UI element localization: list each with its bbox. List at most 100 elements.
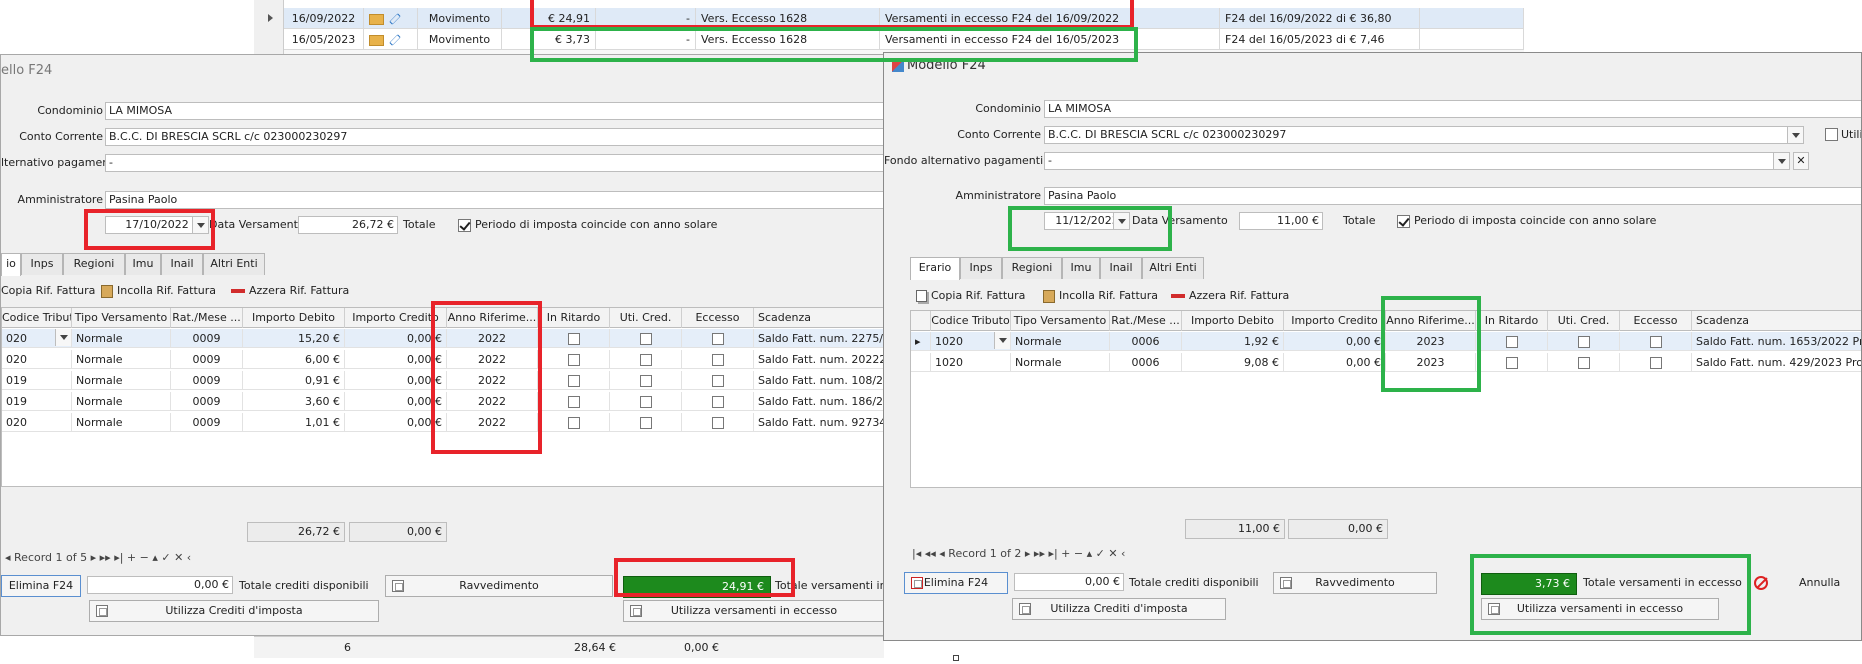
resize-grip-icon[interactable] <box>953 655 959 661</box>
cell-ritardo[interactable] <box>538 413 610 432</box>
cell-ritardo[interactable] <box>1476 353 1548 372</box>
header-rat[interactable]: Rat./Mese ... <box>1110 311 1182 331</box>
ravvedimento-button[interactable]: Ravvedimento <box>385 575 613 597</box>
tab-imu[interactable]: Imu <box>1062 257 1100 279</box>
azzera-button[interactable]: Azzera Rif. Fattura <box>1171 289 1289 302</box>
conto-field[interactable]: B.C.C. DI BRESCIA SCRL c/c 023000230297 <box>1044 126 1804 144</box>
tab-erario[interactable]: Erario <box>910 257 960 280</box>
cell-ritardo[interactable] <box>538 392 610 411</box>
amministratore-field[interactable]: Pasina Paolo <box>105 191 883 209</box>
cell-eccesso[interactable] <box>682 329 754 348</box>
record-navigator[interactable]: |◂ ◂◂ ◂ Record 1 of 2 ▸ ▸▸ ▸| + − ▴ ✓ ✕ … <box>912 547 1125 565</box>
ritardo-checkbox[interactable] <box>567 354 580 366</box>
record-navigator[interactable]: ◂ Record 1 of 5 ▸ ▸▸ ▸| + − ▴ ✓ ✕ ‹ <box>5 551 191 569</box>
eccesso-checkbox[interactable] <box>711 375 724 387</box>
amministratore-field[interactable]: Pasina Paolo <box>1044 187 1861 205</box>
cell-eccesso[interactable] <box>1620 353 1692 372</box>
condominio-field[interactable]: LA MIMOSA <box>1044 100 1861 118</box>
periodo-checkbox[interactable] <box>1397 215 1410 228</box>
fondo-field[interactable]: - <box>105 154 883 172</box>
cell-eccesso[interactable] <box>1620 332 1692 351</box>
ritardo-checkbox[interactable] <box>1505 336 1518 348</box>
cell-uticred[interactable] <box>610 329 682 348</box>
edit-icon[interactable] <box>389 13 401 25</box>
header-debito[interactable]: Importo Debito <box>243 308 345 328</box>
clear-fondo-button[interactable]: ✕ <box>1793 152 1809 170</box>
tab-imu[interactable]: Imu <box>125 253 161 275</box>
chevron-down-icon[interactable] <box>55 329 71 346</box>
eccesso-checkbox[interactable] <box>711 396 724 408</box>
header-codice[interactable]: Codice Tributo <box>2 308 72 328</box>
header-tipo[interactable]: Tipo Versamento <box>72 308 171 328</box>
fondo-field[interactable]: - <box>1044 152 1790 170</box>
header-rat[interactable]: Rat./Mese ... <box>171 308 243 328</box>
cell-eccesso[interactable] <box>682 413 754 432</box>
tab-inail[interactable]: Inail <box>161 253 203 275</box>
edit-icon[interactable] <box>389 34 401 46</box>
uticred-checkbox[interactable] <box>1577 357 1590 369</box>
cell-uticred[interactable] <box>1548 353 1620 372</box>
header-scadenza[interactable]: Scadenza <box>1692 311 1861 331</box>
cell-ritardo[interactable] <box>538 329 610 348</box>
ritardo-checkbox[interactable] <box>567 417 580 429</box>
elimina-button[interactable]: Elimina F24 <box>1 575 81 597</box>
incolla-button[interactable]: Incolla Rif. Fattura <box>101 284 216 298</box>
cell-uticred[interactable] <box>610 350 682 369</box>
eccesso-checkbox[interactable] <box>711 354 724 366</box>
eccesso-checkbox[interactable] <box>1649 357 1662 369</box>
utilizza-crediti-button[interactable]: Utilizza Crediti d'imposta <box>1012 598 1226 620</box>
periodo-checkbox[interactable] <box>458 219 471 232</box>
uticred-checkbox[interactable] <box>639 375 652 387</box>
tab-erario[interactable]: io <box>1 253 21 276</box>
cell-ritardo[interactable] <box>538 350 610 369</box>
conto-field[interactable]: B.C.C. DI BRESCIA SCRL c/c 023000230297 <box>105 128 883 146</box>
copia-button[interactable]: Copia Rif. Fattura <box>1 284 95 297</box>
azzera-button[interactable]: Azzera Rif. Fattura <box>231 284 349 297</box>
header-credito[interactable]: Importo Credito <box>1284 311 1386 331</box>
utilizza-versamenti-button[interactable]: Utilizza versamenti in eccesso <box>623 600 883 622</box>
tab-altri-enti[interactable]: Altri Enti <box>1142 257 1204 279</box>
cell-icons[interactable] <box>364 29 418 50</box>
header-scadenza[interactable]: Scadenza <box>754 308 883 328</box>
header-ritardo[interactable]: In Ritardo <box>1476 311 1548 331</box>
chevron-down-icon[interactable] <box>1787 127 1803 143</box>
header-debito[interactable]: Importo Debito <box>1182 311 1284 331</box>
header-codice[interactable]: Codice Tributo <box>931 311 1011 331</box>
chevron-down-icon[interactable] <box>1773 153 1789 169</box>
uticred-checkbox[interactable] <box>1577 336 1590 348</box>
header-ritardo[interactable]: In Ritardo <box>538 308 610 328</box>
eccesso-checkbox[interactable] <box>711 417 724 429</box>
chevron-down-icon[interactable] <box>994 332 1010 349</box>
cell-eccesso[interactable] <box>682 392 754 411</box>
eccesso-checkbox[interactable] <box>711 333 724 345</box>
tab-inail[interactable]: Inail <box>1100 257 1142 279</box>
eccesso-checkbox[interactable] <box>1649 336 1662 348</box>
cell-ritardo[interactable] <box>1476 332 1548 351</box>
uticred-checkbox[interactable] <box>639 354 652 366</box>
ravvedimento-button[interactable]: Ravvedimento <box>1273 572 1437 594</box>
cell-ritardo[interactable] <box>538 371 610 390</box>
ritardo-checkbox[interactable] <box>567 375 580 387</box>
cancel-icon[interactable] <box>1754 576 1768 590</box>
utilizza-checkbox[interactable] <box>1825 128 1838 141</box>
ritardo-checkbox[interactable] <box>567 396 580 408</box>
ritardo-checkbox[interactable] <box>567 333 580 345</box>
cell-uticred[interactable] <box>610 413 682 432</box>
uticred-checkbox[interactable] <box>639 333 652 345</box>
tab-regioni[interactable]: Regioni <box>1002 257 1062 279</box>
header-tipo[interactable]: Tipo Versamento <box>1011 311 1110 331</box>
tab-altri-enti[interactable]: Altri Enti <box>203 253 265 275</box>
cell-eccesso[interactable] <box>682 350 754 369</box>
condominio-field[interactable]: LA MIMOSA <box>105 102 883 120</box>
tab-inps[interactable]: Inps <box>21 253 63 275</box>
cell-eccesso[interactable] <box>682 371 754 390</box>
tab-inps[interactable]: Inps <box>960 257 1002 279</box>
cell-uticred[interactable] <box>610 371 682 390</box>
folder-icon[interactable] <box>369 34 384 46</box>
header-uticred[interactable]: Uti. Cred. <box>610 308 682 328</box>
header-eccesso[interactable]: Eccesso <box>1620 311 1692 331</box>
uticred-checkbox[interactable] <box>639 417 652 429</box>
cell-uticred[interactable] <box>610 392 682 411</box>
utilizza-crediti-button[interactable]: Utilizza Crediti d'imposta <box>89 600 379 622</box>
copia-button[interactable]: Copia Rif. Fattura <box>916 289 1025 302</box>
